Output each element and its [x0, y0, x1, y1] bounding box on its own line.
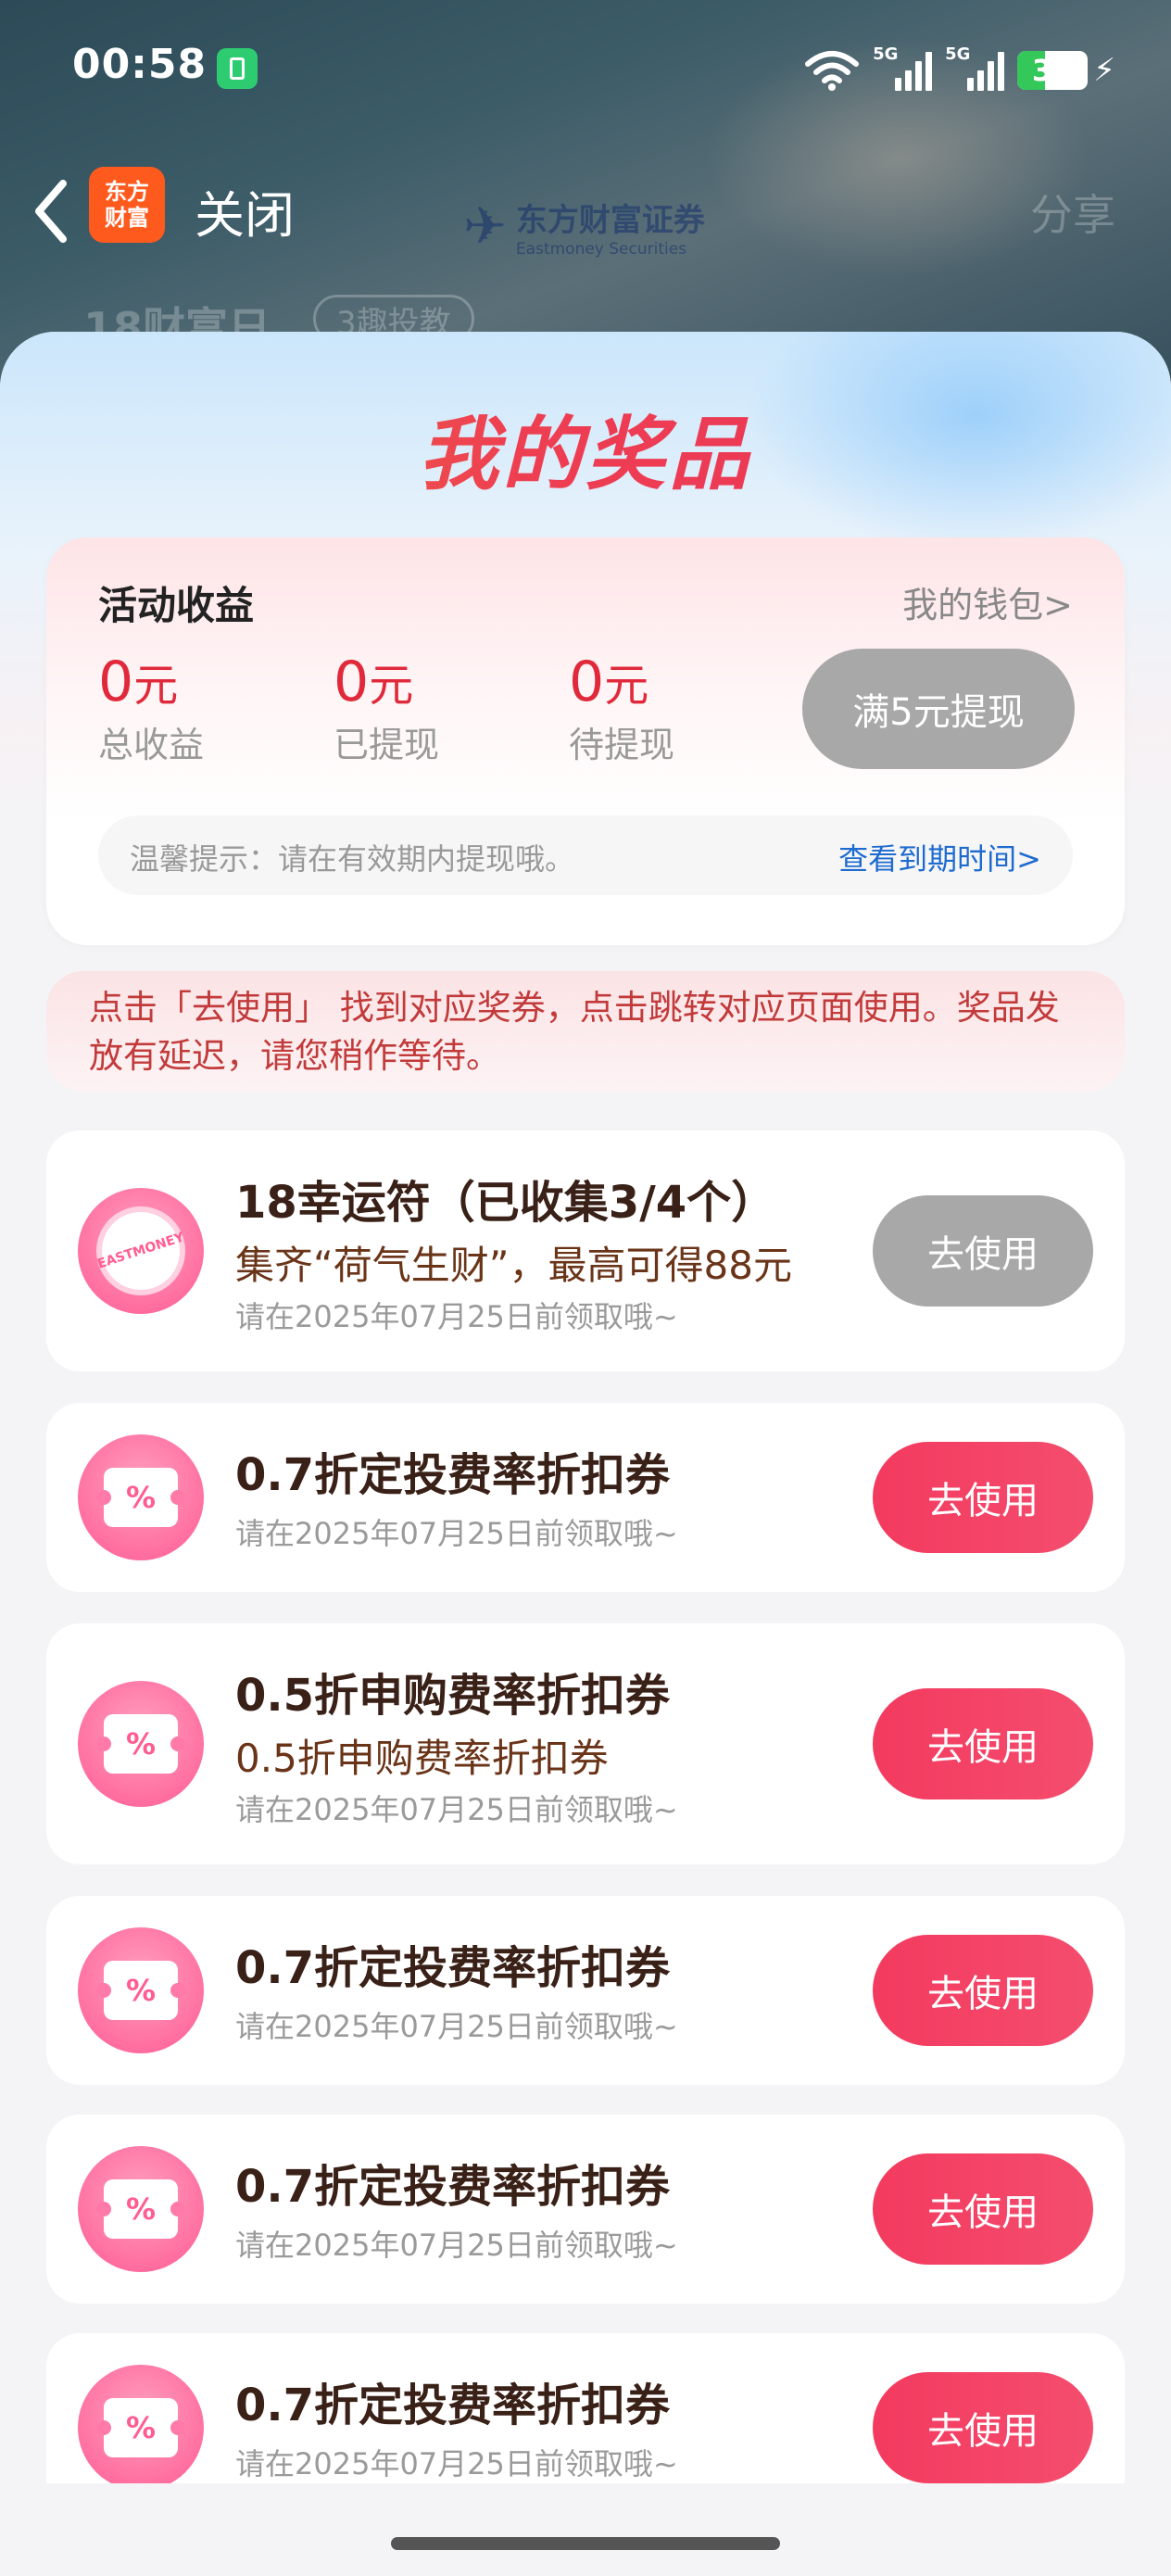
prize-title: 18幸运符（已收集3/4个） [235, 1177, 776, 1229]
chevron-left-icon[interactable] [28, 174, 74, 248]
stat-label: 待提现 [569, 725, 675, 765]
total-earnings-stat: 0元 总收益 [98, 649, 204, 767]
use-button[interactable]: 去使用 [873, 1442, 1093, 1553]
coupon-icon: % [78, 1434, 204, 1560]
use-button[interactable]: 去使用 [873, 1195, 1093, 1307]
coupon-icon: % [78, 2146, 204, 2272]
coupon-icon: % [78, 2365, 204, 2483]
network-type-label: 5G [945, 44, 971, 64]
bottom-safe-area [0, 2483, 1171, 2576]
tip-text: 温馨提示：请在有效期内提现哦。 [130, 841, 575, 877]
status-time: 00:58 [72, 41, 208, 88]
withdraw-button[interactable]: 满5元提现 [802, 649, 1075, 769]
app-notification-icon [217, 48, 258, 89]
prize-card: % 0.7折定投费率折扣券 请在2025年07月25日前领取哦~ 去使用 [46, 1896, 1125, 2085]
sheet-title: 我的奖品 [0, 389, 1171, 505]
prize-description: 0.5折申购费率折扣券 [235, 1736, 609, 1781]
status-bar: 00:58 5G 5G 39 ⚡ [0, 0, 1171, 139]
prizes-sheet: 我的奖品 活动收益 我的钱包> 0元 总收益 0元 已提现 0元 待提现 满5元… [0, 332, 1171, 2483]
close-button[interactable]: 关闭 [195, 174, 295, 247]
battery-indicator: 39 ⚡ [1017, 51, 1115, 90]
prize-expiry: 请在2025年07月25日前领取哦~ [235, 2009, 678, 2044]
prize-expiry: 请在2025年07月25日前领取哦~ [235, 1516, 678, 1551]
stat-label: 已提现 [334, 725, 440, 765]
stat-value: 0元 [334, 650, 414, 714]
battery-level: 39 [1031, 53, 1074, 88]
prize-title: 0.5折申购费率折扣券 [235, 1670, 671, 1722]
prize-title: 0.7折定投费率折扣券 [235, 1942, 671, 1994]
prize-title: 0.7折定投费率折扣券 [235, 2380, 671, 2431]
brand-watermark: ✈ 东方财富证券 Eastmoney Securities [463, 195, 705, 259]
share-button[interactable]: 分享 [1030, 182, 1115, 243]
prize-expiry: 请在2025年07月25日前领取哦~ [235, 1299, 678, 1334]
usage-notice: 点击「去使用」 找到对应奖券，点击跳转对应页面使用。奖品发放有延迟，请您稍作等待… [46, 971, 1125, 1092]
charging-bolt-icon: ⚡ [1093, 52, 1115, 89]
coupon-icon: % [78, 1681, 204, 1807]
app-logo-line2: 财富 [105, 205, 149, 231]
brand-name-cn: 东方财富证券 [515, 202, 705, 239]
eastmoney-badge-icon: EASTMONEY [78, 1188, 204, 1314]
stat-value: 0元 [98, 650, 179, 714]
home-indicator[interactable] [391, 2537, 780, 2550]
my-wallet-link[interactable]: 我的钱包> [902, 576, 1073, 627]
wifi-icon [804, 49, 860, 92]
use-button[interactable]: 去使用 [873, 1935, 1093, 2046]
prize-title: 0.7折定投费率折扣券 [235, 1449, 671, 1501]
earnings-title: 活动收益 [98, 583, 255, 628]
earnings-card: 活动收益 我的钱包> 0元 总收益 0元 已提现 0元 待提现 满5元提现 温馨… [46, 537, 1125, 945]
nav-bar: 东方 财富 关闭 ✈ 东方财富证券 Eastmoney Securities 分… [0, 158, 1171, 259]
brand-name-en: Eastmoney Securities [515, 240, 687, 259]
prize-card: % 0.5折申购费率折扣券 0.5折申购费率折扣券 请在2025年07月25日前… [46, 1623, 1125, 1864]
stat-value: 0元 [569, 650, 649, 714]
coupon-icon: % [78, 1927, 204, 2053]
prize-card: EASTMONEY 18幸运符（已收集3/4个） 集齐“荷气生财”，最高可得88… [46, 1130, 1125, 1371]
withdrawn-stat: 0元 已提现 [334, 649, 439, 767]
prize-card: % 0.7折定投费率折扣券 请在2025年07月25日前领取哦~ 去使用 [46, 1403, 1125, 1592]
app-logo: 东方 财富 [89, 167, 165, 243]
prize-expiry: 请在2025年07月25日前领取哦~ [235, 2446, 678, 2481]
stat-label: 总收益 [98, 725, 205, 765]
battery-icon: 39 [1017, 51, 1089, 90]
view-expiry-link[interactable]: 查看到期时间> [838, 836, 1041, 878]
use-button[interactable]: 去使用 [873, 2153, 1093, 2265]
pending-withdrawal-stat: 0元 待提现 [569, 649, 674, 767]
app-logo-line1: 东方 [105, 179, 149, 205]
signal-icon: 5G [945, 44, 1005, 91]
prize-card: % 0.7折定投费率折扣券 请在2025年07月25日前领取哦~ 去使用 [46, 2333, 1125, 2483]
prize-description: 集齐“荷气生财”，最高可得88元 [235, 1243, 792, 1288]
tip-bar: 温馨提示：请在有效期内提现哦。 查看到期时间> [98, 815, 1073, 895]
brand-logo-icon: ✈ [463, 196, 507, 257]
status-indicators: 5G 5G 39 ⚡ [804, 43, 1115, 98]
signal-icon: 5G [873, 44, 933, 91]
prize-card: % 0.7折定投费率折扣券 请在2025年07月25日前领取哦~ 去使用 [46, 2115, 1125, 2304]
use-button[interactable]: 去使用 [873, 2372, 1093, 2483]
use-button[interactable]: 去使用 [873, 1688, 1093, 1799]
prize-title: 0.7折定投费率折扣券 [235, 2161, 671, 2213]
prize-expiry: 请在2025年07月25日前领取哦~ [235, 1792, 678, 1827]
network-type-label: 5G [873, 44, 899, 64]
prize-expiry: 请在2025年07月25日前领取哦~ [235, 2228, 678, 2263]
